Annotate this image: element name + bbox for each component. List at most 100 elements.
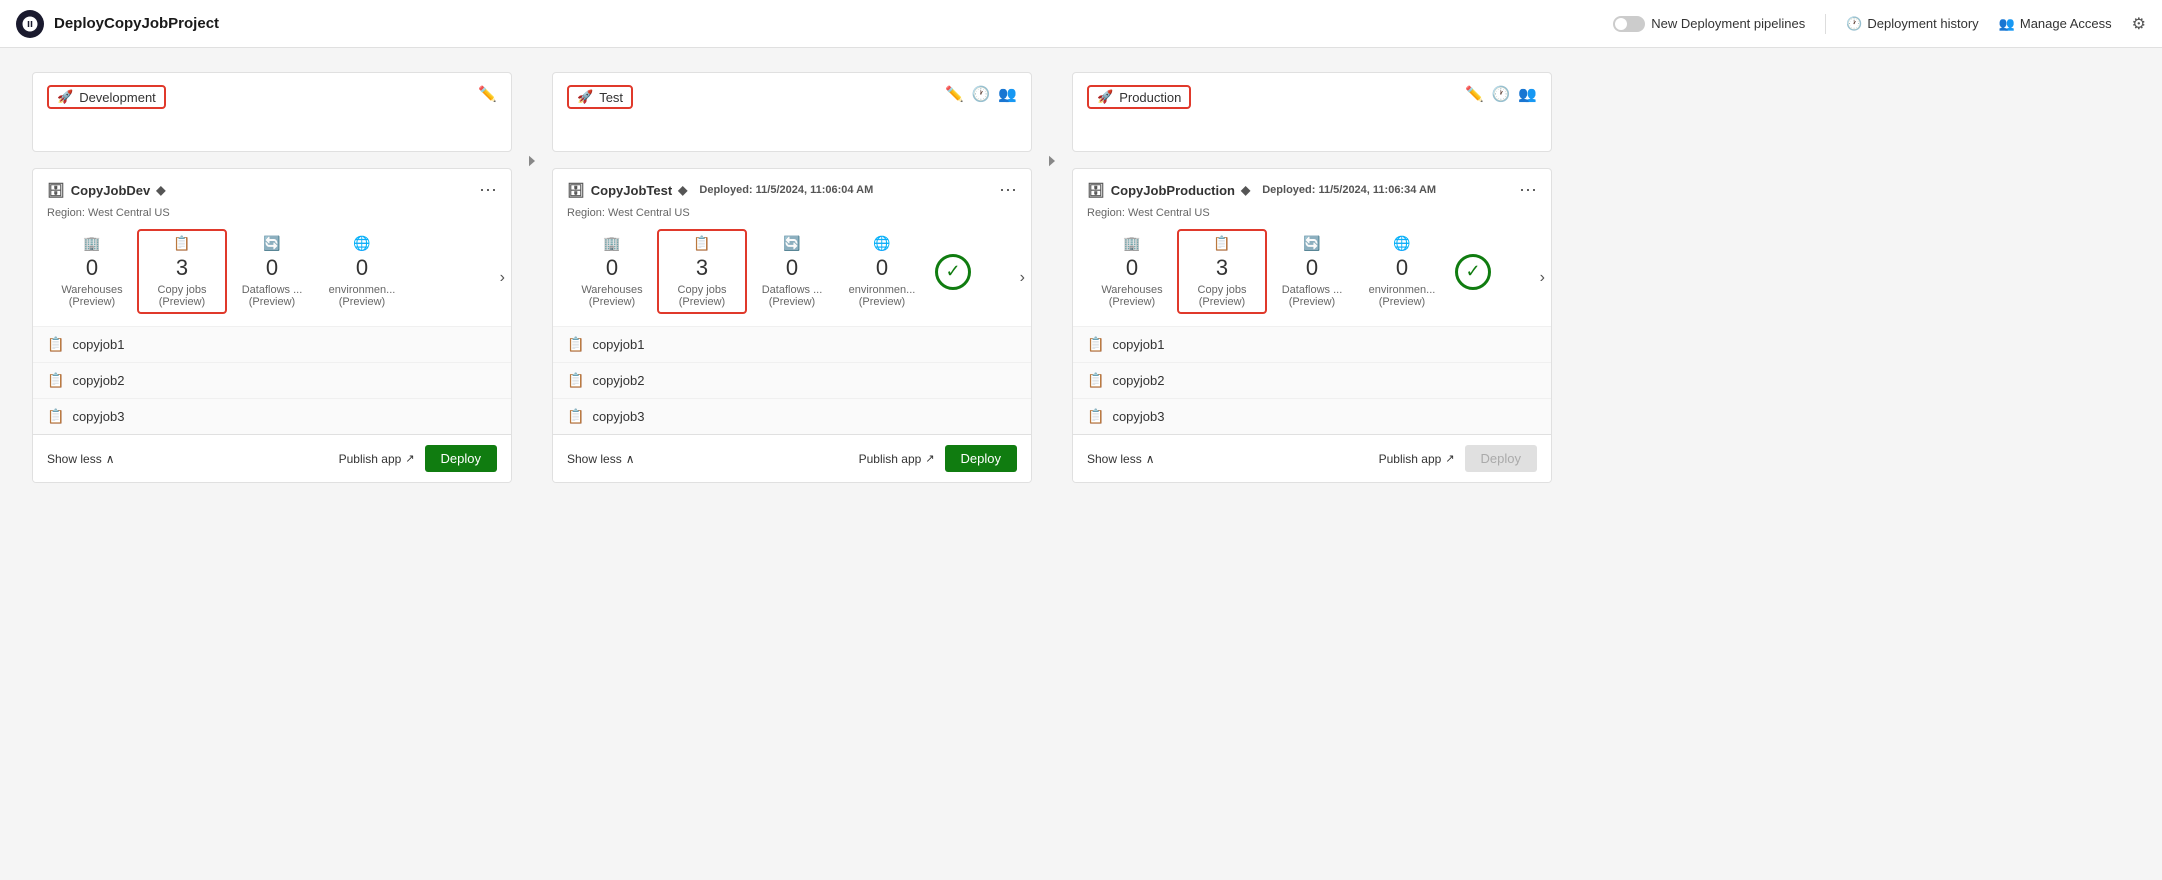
- stage-arrow: [512, 72, 552, 170]
- edit-icon[interactable]: ✏️: [478, 85, 497, 103]
- stat-icon-production-1: 📋: [1213, 235, 1230, 252]
- stat-label-test-0: Warehouses(Preview): [581, 284, 642, 308]
- stat-item-test-3: 🌐 0 environmen...(Preview): [837, 235, 927, 308]
- stats-nav-right-production[interactable]: ›: [1540, 269, 1545, 287]
- stage-arrow: [1032, 72, 1072, 170]
- db-icon-development: 🗄: [47, 182, 65, 199]
- edit-icon[interactable]: ✏️: [945, 85, 964, 103]
- external-link-icon-test: ↗: [925, 452, 934, 465]
- list-item: 📋 copyjob3: [553, 399, 1031, 434]
- stage-footer-production: Show less ∧ Publish app ↗ Deploy: [1073, 434, 1551, 482]
- stage-name-production: Production: [1119, 90, 1181, 105]
- show-less-label-test: Show less: [567, 452, 622, 466]
- publish-label-production: Publish app: [1379, 452, 1442, 466]
- publish-btn-development[interactable]: Publish app ↗: [339, 452, 415, 466]
- deploy-btn-development[interactable]: Deploy: [425, 445, 497, 472]
- stage-test: 🚀 Test ✏️ 🕐 👥 🗄 CopyJobTest ◆ Deployed: 11…: [552, 72, 1032, 483]
- deploy-btn-production[interactable]: Deploy: [1465, 445, 1537, 472]
- stage-footer-test: Show less ∧ Publish app ↗ Deploy: [553, 434, 1031, 482]
- stat-icon-production-3: 🌐: [1393, 235, 1410, 252]
- history-icon[interactable]: 🕐: [1492, 85, 1511, 103]
- stage-header-test: 🚀 Test ✏️ 🕐 👥: [552, 72, 1032, 152]
- publish-btn-test[interactable]: Publish app ↗: [859, 452, 935, 466]
- item-label-development-2: copyjob3: [72, 409, 124, 424]
- more-btn-production[interactable]: ⋯: [1519, 181, 1537, 199]
- item-label-production-2: copyjob3: [1112, 409, 1164, 424]
- item-icon-development-2: 📋: [47, 408, 64, 425]
- divider: [1825, 14, 1826, 34]
- deployment-history-btn[interactable]: 🕐 Deployment history: [1846, 16, 1978, 32]
- list-item: 📋 copyjob1: [1073, 327, 1551, 363]
- env-icon-production: 🚀: [1097, 89, 1113, 105]
- more-btn-development[interactable]: ⋯: [479, 181, 497, 199]
- stats-nav-right-test[interactable]: ›: [1020, 269, 1025, 287]
- stat-label-test-1: Copy jobs(Preview): [678, 284, 727, 308]
- stat-label-development-0: Warehouses(Preview): [61, 284, 122, 308]
- chevron-up-icon-production: ∧: [1146, 452, 1155, 466]
- publish-label-development: Publish app: [339, 452, 402, 466]
- show-less-label-development: Show less: [47, 452, 102, 466]
- users-icon[interactable]: 👥: [998, 85, 1017, 103]
- list-item: 📋 copyjob3: [33, 399, 511, 434]
- stats-nav-right-development[interactable]: ›: [500, 269, 505, 287]
- show-less-btn-production[interactable]: Show less ∧: [1087, 452, 1155, 466]
- success-badge-test: ✓: [935, 254, 971, 290]
- stage-header-actions-development: ✏️: [478, 85, 497, 103]
- item-label-production-0: copyjob1: [1112, 337, 1164, 352]
- stat-item-test-2: 🔄 0 Dataflows ...(Preview): [747, 235, 837, 308]
- edit-icon[interactable]: ✏️: [1465, 85, 1484, 103]
- stage-production: 🚀 Production ✏️ 🕐 👥 🗄 CopyJobProduction ◆ …: [1072, 72, 1552, 483]
- stat-label-production-2: Dataflows ...(Preview): [1282, 284, 1343, 308]
- footer-actions-test: Publish app ↗ Deploy: [859, 445, 1017, 472]
- manage-access-btn[interactable]: 👥 Manage Access: [1999, 16, 2112, 32]
- stage-label-test: 🚀 Test: [567, 85, 633, 109]
- card-title-production: CopyJobProduction: [1111, 183, 1235, 198]
- external-link-icon-development: ↗: [405, 452, 414, 465]
- stat-label-production-3: environmen...(Preview): [1369, 284, 1436, 308]
- settings-icon[interactable]: ⚙: [2132, 14, 2146, 34]
- more-btn-test[interactable]: ⋯: [999, 181, 1017, 199]
- chevron-up-icon-test: ∧: [626, 452, 635, 466]
- stage-footer-development: Show less ∧ Publish app ↗ Deploy: [33, 434, 511, 482]
- deployed-info-production: Deployed: 11/5/2024, 11:06:34 AM: [1262, 184, 1436, 196]
- new-deployment-toggle[interactable]: New Deployment pipelines: [1613, 16, 1805, 32]
- stage-development: 🚀 Development ✏️ 🗄 CopyJobDev ◆ ⋯ Region…: [32, 72, 512, 483]
- stat-count-production-3: 0: [1396, 255, 1408, 281]
- stat-icon-test-0: 🏢: [603, 235, 620, 252]
- stat-icon-test-3: 🌐: [873, 235, 890, 252]
- stat-item-production-2: 🔄 0 Dataflows ...(Preview): [1267, 235, 1357, 308]
- list-item: 📋 copyjob1: [553, 327, 1031, 363]
- item-icon-development-0: 📋: [47, 336, 64, 353]
- stat-item-development-3: 🌐 0 environmen...(Preview): [317, 235, 407, 308]
- deploy-btn-test[interactable]: Deploy: [945, 445, 1017, 472]
- item-icon-production-2: 📋: [1087, 408, 1104, 425]
- stat-icon-test-2: 🔄: [783, 235, 800, 252]
- stat-item-development-2: 🔄 0 Dataflows ...(Preview): [227, 235, 317, 308]
- stage-detail-production: 🗄 CopyJobProduction ◆ Deployed: 11/5/202…: [1072, 168, 1552, 483]
- stat-icon-test-1: 📋: [693, 235, 710, 252]
- detail-header-test: 🗄 CopyJobTest ◆ Deployed: 11/5/2024, 11:…: [553, 169, 1031, 207]
- page-title: DeployCopyJobProject: [54, 15, 219, 32]
- item-label-test-1: copyjob2: [592, 373, 644, 388]
- stage-label-production: 🚀 Production: [1087, 85, 1191, 109]
- list-item: 📋 copyjob2: [33, 363, 511, 399]
- stat-item-test-1: 📋 3 Copy jobs(Preview): [657, 229, 747, 314]
- stat-count-development-1: 3: [176, 255, 188, 281]
- card-title-test: CopyJobTest: [591, 183, 672, 198]
- show-less-btn-development[interactable]: Show less ∧: [47, 452, 115, 466]
- detail-title-test: 🗄 CopyJobTest ◆ Deployed: 11/5/2024, 11:…: [567, 182, 873, 199]
- stat-label-development-2: Dataflows ...(Preview): [242, 284, 303, 308]
- stat-icon-development-0: 🏢: [83, 235, 100, 252]
- stat-count-production-2: 0: [1306, 255, 1318, 281]
- stat-label-production-1: Copy jobs(Preview): [1198, 284, 1247, 308]
- stat-count-development-2: 0: [266, 255, 278, 281]
- history-icon[interactable]: 🕐: [972, 85, 991, 103]
- users-icon[interactable]: 👥: [1518, 85, 1537, 103]
- stat-label-development-3: environmen...(Preview): [329, 284, 396, 308]
- stat-icon-production-0: 🏢: [1123, 235, 1140, 252]
- toggle-switch[interactable]: [1613, 16, 1645, 32]
- show-less-btn-test[interactable]: Show less ∧: [567, 452, 635, 466]
- deployed-info-test: Deployed: 11/5/2024, 11:06:04 AM: [699, 184, 873, 196]
- stat-icon-development-3: 🌐: [353, 235, 370, 252]
- publish-btn-production[interactable]: Publish app ↗: [1379, 452, 1455, 466]
